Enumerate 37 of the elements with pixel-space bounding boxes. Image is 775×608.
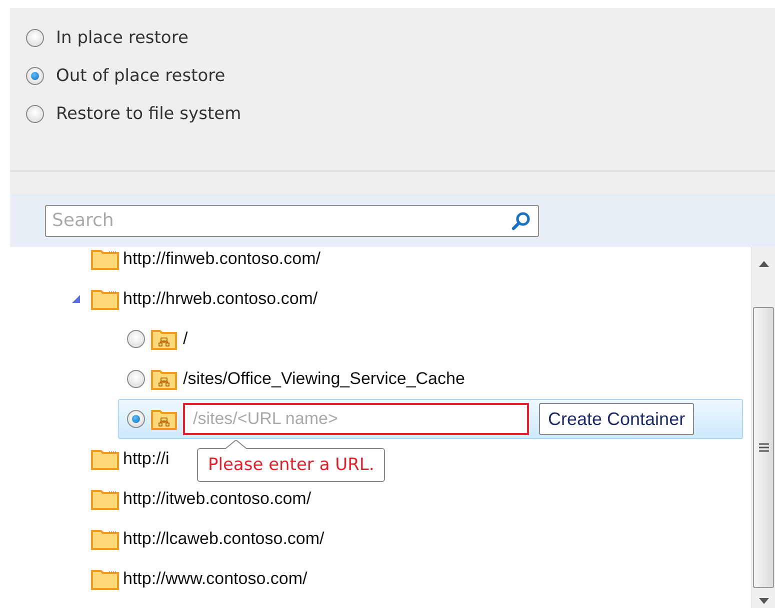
tree-item[interactable]: http://itweb.contoso.com/ xyxy=(123,489,312,509)
scroll-up-icon[interactable] xyxy=(758,261,768,267)
tree-item[interactable]: http://hrweb.contoso.com/ xyxy=(123,289,318,309)
grip-icon xyxy=(758,443,768,452)
tooltip-pointer-icon xyxy=(225,440,247,449)
radio-button[interactable] xyxy=(26,29,44,47)
create-container-button[interactable]: Create Container xyxy=(539,403,694,435)
radio-button[interactable] xyxy=(26,105,44,123)
option-label: Out of place restore xyxy=(56,66,226,86)
tree-item[interactable]: http://www.contoso.com/ xyxy=(123,569,308,589)
site-icon xyxy=(151,368,177,390)
folder-icon xyxy=(91,248,119,270)
radio-button[interactable] xyxy=(127,410,145,428)
folder-icon xyxy=(91,288,119,310)
folder-icon xyxy=(91,488,119,510)
scrollbar[interactable] xyxy=(751,247,775,608)
radio-button[interactable] xyxy=(127,330,145,348)
url-input-field[interactable]: /sites/<URL name> xyxy=(183,403,529,435)
radio-button[interactable] xyxy=(127,370,145,388)
site-icon xyxy=(151,408,177,430)
tree-item[interactable]: http://lcaweb.contoso.com/ xyxy=(123,529,324,549)
folder-icon xyxy=(91,568,119,590)
tree-item[interactable]: /sites/Office_Viewing_Service_Cache xyxy=(183,369,465,389)
collapse-icon[interactable] xyxy=(72,295,80,303)
folder-icon xyxy=(91,528,119,550)
tree-item[interactable]: / xyxy=(183,329,188,349)
option-label: Restore to file system xyxy=(56,104,242,124)
search-icon[interactable] xyxy=(511,210,531,230)
site-icon xyxy=(151,328,177,350)
search-field[interactable]: Search xyxy=(45,204,539,236)
scroll-thumb[interactable] xyxy=(753,307,774,588)
option-label: In place restore xyxy=(56,28,188,48)
folder-icon xyxy=(91,448,119,470)
radio-button[interactable] xyxy=(26,67,44,85)
tree-item[interactable]: http://finweb.contoso.com/ xyxy=(123,249,320,269)
scroll-down-icon[interactable] xyxy=(758,598,768,604)
tree-item[interactable]: http://i xyxy=(123,449,170,469)
